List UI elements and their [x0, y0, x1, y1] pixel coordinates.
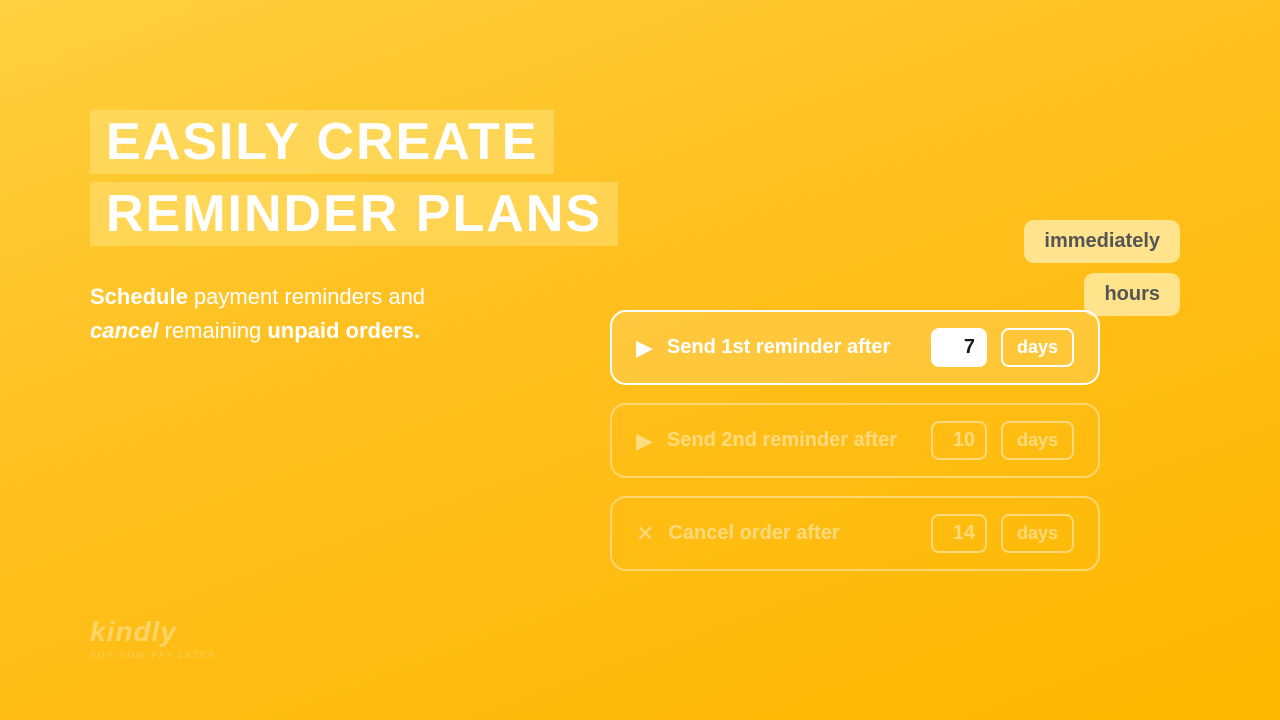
card1-icon: ▶: [636, 335, 653, 361]
kindly-logo-name: kindly: [90, 616, 217, 648]
desc-unpaid: unpaid orders.: [267, 318, 420, 343]
card2-unit[interactable]: days: [1001, 421, 1074, 460]
description-text: Schedule payment reminders and cancel re…: [90, 280, 480, 348]
card3-value-input[interactable]: [931, 514, 987, 553]
card3-icon: ✕: [636, 521, 654, 547]
card2-value-input[interactable]: [931, 421, 987, 460]
card1-label: Send 1st reminder after: [667, 336, 917, 359]
kindly-logo: kindly buy now pay later: [90, 616, 217, 660]
title-line1: EASILY CREATE: [106, 113, 538, 171]
card2-label: Send 2nd reminder after: [667, 429, 917, 452]
reminder-card-3: ✕ Cancel order after days: [610, 496, 1100, 571]
desc-cancel: cancel: [90, 318, 159, 343]
cards-section: ▶ Send 1st reminder after days ▶ Send 2n…: [610, 310, 1100, 571]
desc-part2: payment reminders and: [188, 284, 425, 309]
immediately-badge[interactable]: immediately: [1024, 220, 1180, 263]
dropdown-badges: immediately hours: [1024, 220, 1180, 316]
card1-unit[interactable]: days: [1001, 328, 1074, 367]
desc-part4: remaining: [159, 318, 268, 343]
card3-unit[interactable]: days: [1001, 514, 1074, 553]
card3-label: Cancel order after: [668, 522, 917, 545]
main-container: EASILY CREATE REMINDER PLANS Schedule pa…: [0, 0, 1280, 720]
reminder-card-2: ▶ Send 2nd reminder after days: [610, 403, 1100, 478]
desc-schedule: Schedule: [90, 284, 188, 309]
title-line2: REMINDER PLANS: [106, 185, 602, 243]
card1-value-input[interactable]: [931, 328, 987, 367]
card2-icon: ▶: [636, 428, 653, 454]
title-line2-bg: REMINDER PLANS: [90, 182, 618, 246]
title-section: EASILY CREATE REMINDER PLANS: [90, 110, 618, 254]
reminder-card-1: ▶ Send 1st reminder after days: [610, 310, 1100, 385]
title-line1-bg: EASILY CREATE: [90, 110, 554, 174]
kindly-logo-tagline: buy now pay later: [90, 650, 217, 660]
